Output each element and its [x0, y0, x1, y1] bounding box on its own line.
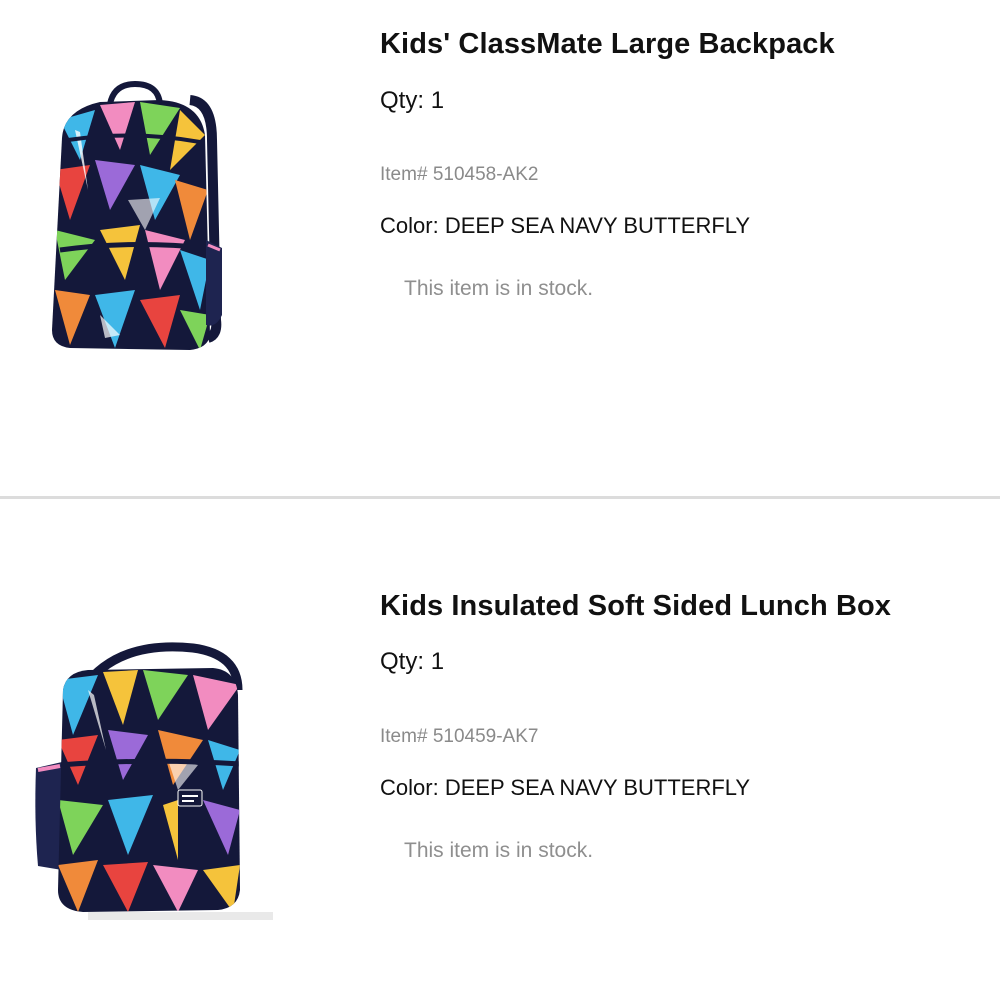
color-value: DEEP SEA NAVY BUTTERFLY [444, 775, 751, 800]
cart-item: Kids Insulated Soft Sided Lunch Box Qty:… [0, 500, 1000, 1000]
stock-status: This item is in stock. [404, 839, 594, 862]
item-number: 510459-AK7 [432, 726, 539, 747]
item-number-label: Item# [380, 726, 428, 747]
item-number: 510458-AK2 [432, 164, 539, 185]
quantity-line: Qty: 1 [380, 648, 444, 676]
item-divider [0, 496, 1000, 499]
cart-item: Kids' ClassMate Large Backpack Qty: 1 It… [0, 0, 1000, 497]
item-number-line: Item# 510459-AK7 [380, 726, 538, 748]
lunch-box-image[interactable] [28, 640, 273, 920]
quantity-value: 1 [430, 87, 445, 114]
backpack-image[interactable] [40, 80, 230, 355]
color-label: Color: [380, 775, 439, 800]
cart-page: Kids' ClassMate Large Backpack Qty: 1 It… [0, 0, 1000, 1000]
color-value: DEEP SEA NAVY BUTTERFLY [444, 213, 751, 238]
color-label: Color: [380, 213, 439, 238]
product-title[interactable]: Kids' ClassMate Large Backpack [380, 28, 835, 61]
product-title[interactable]: Kids Insulated Soft Sided Lunch Box [380, 590, 891, 623]
color-line: Color: DEEP SEA NAVY BUTTERFLY [380, 775, 750, 801]
item-number-line: Item# 510458-AK2 [380, 164, 538, 186]
stock-status: This item is in stock. [404, 277, 594, 300]
color-line: Color: DEEP SEA NAVY BUTTERFLY [380, 213, 750, 239]
quantity-label: Qty: [380, 87, 425, 114]
quantity-value: 1 [430, 648, 445, 675]
quantity-line: Qty: 1 [380, 87, 444, 115]
quantity-label: Qty: [380, 648, 425, 675]
item-number-label: Item# [380, 164, 428, 185]
